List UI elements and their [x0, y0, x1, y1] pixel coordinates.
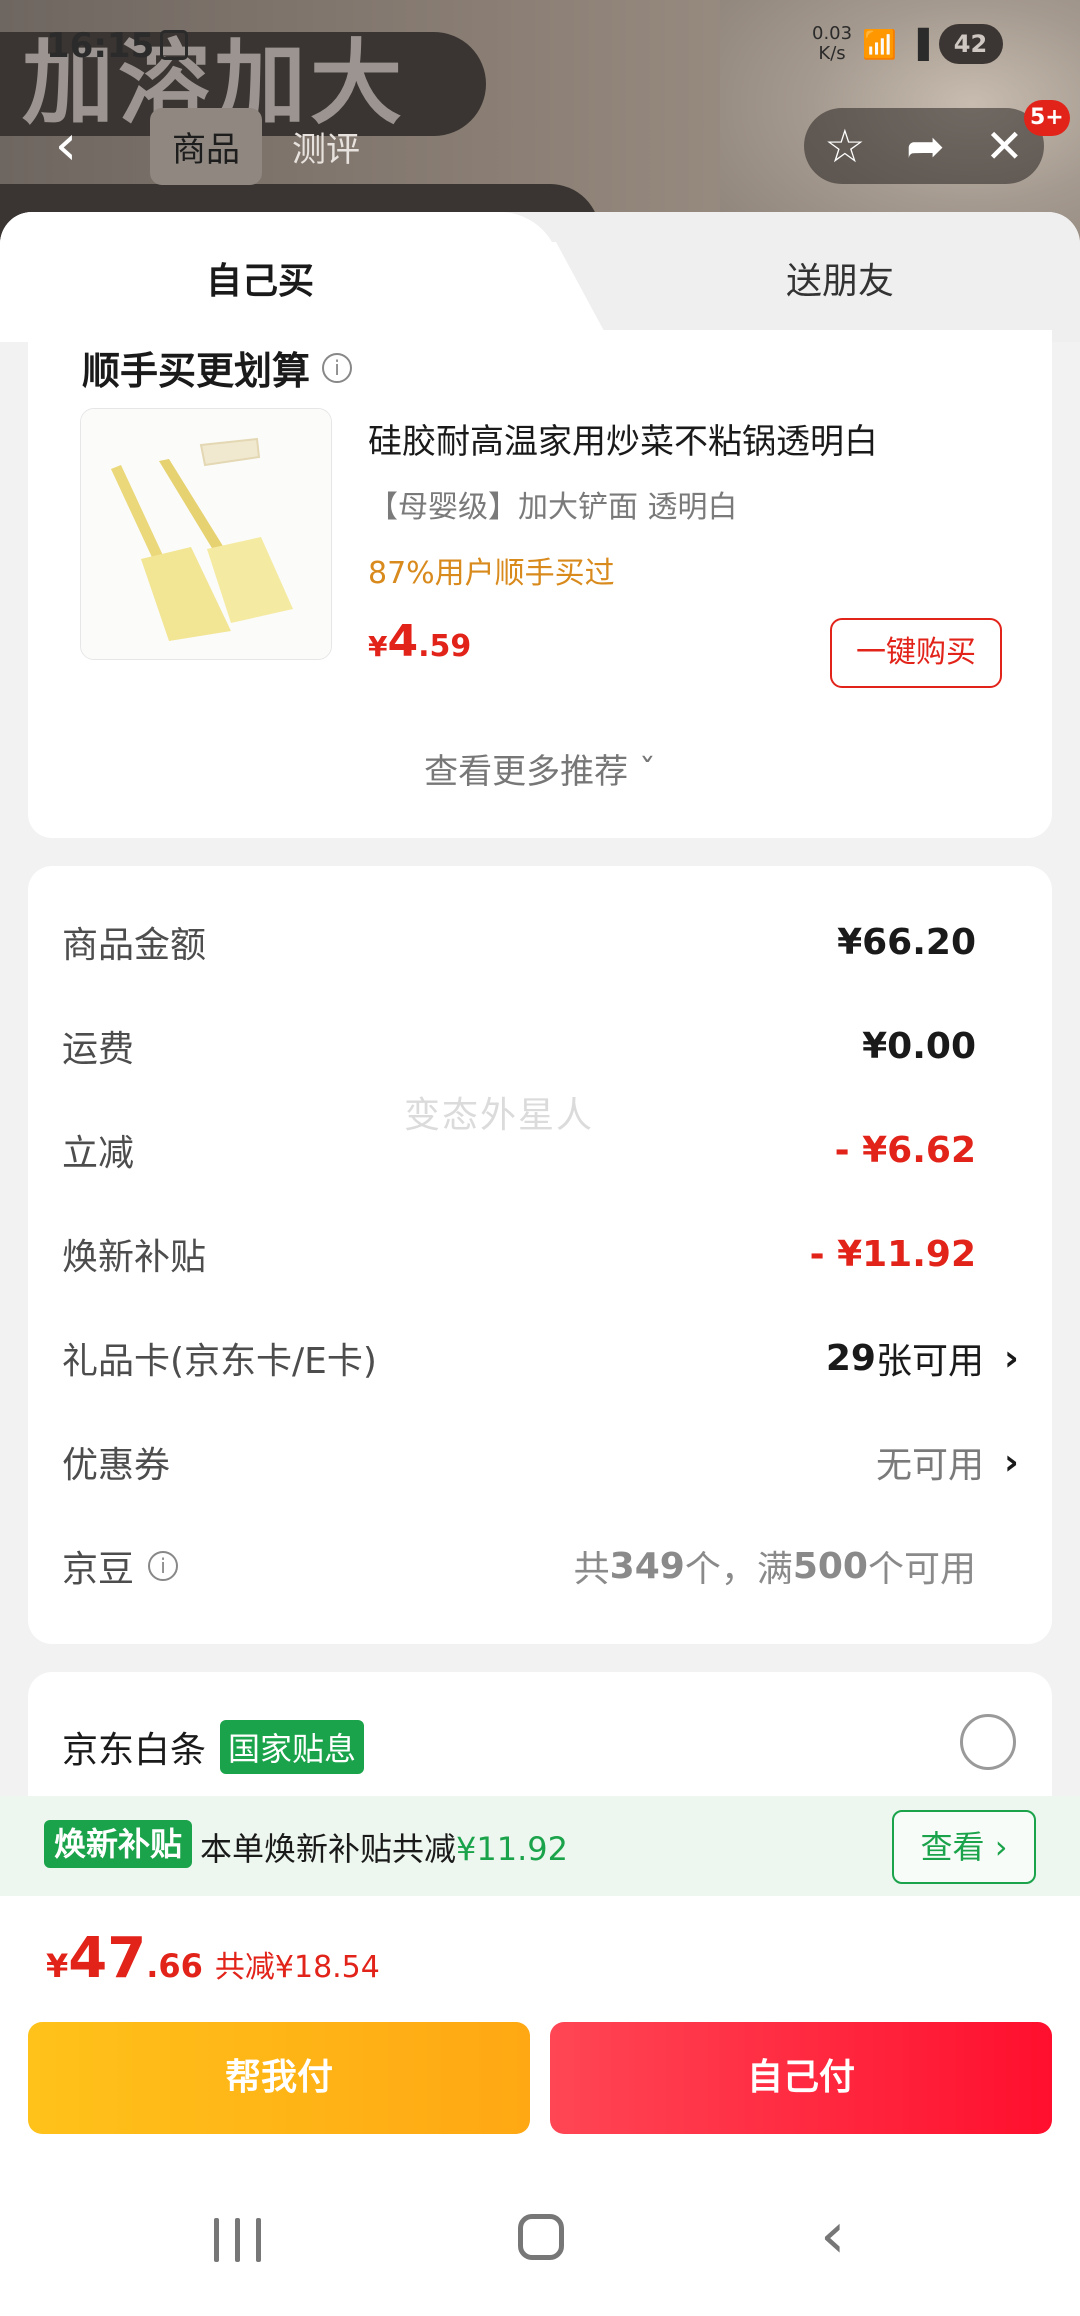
coupon-value: 无可用 ›	[876, 1436, 1022, 1488]
chevron-right-icon: ›	[1004, 1441, 1019, 1483]
summary-row-gift-card[interactable]: 礼品卡(京东卡/E卡) 29 张可用 ›	[62, 1328, 1022, 1388]
chevron-down-icon: ˇ	[638, 752, 656, 792]
recommend-card: 顺手买更划算 i 硅胶耐高温家用炒菜不粘锅透明白 【母婴级】加大铲面 透明白 8…	[28, 330, 1052, 838]
summary-row-coupon[interactable]: 优惠券 无可用 ›	[62, 1432, 1022, 1492]
total-saved: 共减¥18.54	[214, 1950, 380, 1985]
recent-apps-icon[interactable]	[214, 2218, 261, 2262]
pay-myself-button[interactable]: 自己付	[550, 2022, 1052, 2134]
close-icon[interactable]: ✕	[985, 123, 1024, 169]
baitiao-radio[interactable]	[960, 1714, 1016, 1770]
recommend-title: 顺手买更划算 i	[82, 340, 353, 395]
gift-card-available: 29 张可用 ›	[826, 1332, 1022, 1384]
summary-row-subsidy: 焕新补贴 - ¥11.92	[62, 1233, 976, 1279]
subsidy-tag: 焕新补贴	[44, 1820, 193, 1868]
more-recommendations-link[interactable]: 查看更多推荐 ˇ	[28, 744, 1052, 793]
recommend-product-image[interactable]	[80, 408, 332, 660]
chevron-right-icon: ›	[994, 1828, 1008, 1866]
total-bar: ¥47.66 共减¥18.54	[0, 1896, 1080, 2020]
status-indicators: 0.03 K/s 📶 ▐ 42	[812, 24, 1003, 64]
recommend-price: ¥4.59	[368, 616, 472, 667]
back-nav-icon[interactable]: ‹	[820, 2204, 846, 2268]
view-subsidy-button[interactable]: 查看 ›	[892, 1810, 1036, 1884]
signal-icon: ▐	[906, 27, 929, 61]
back-icon[interactable]: ‹	[36, 118, 96, 178]
status-time: 16:15	[46, 26, 155, 66]
sim-icon	[160, 30, 188, 60]
net-speed: 0.03 K/s	[812, 23, 853, 64]
tab-product[interactable]: 商品	[150, 108, 262, 185]
recommend-buy-stat: 87%用户顺手买过	[368, 556, 615, 591]
tab-buy-for-self[interactable]: 自己买	[0, 212, 560, 342]
order-total: ¥47.66 共减¥18.54	[46, 1926, 380, 1991]
price-summary-card: 变态外星人 商品金额 ¥66.20 运费 ¥0.00 立减 - ¥6.62 焕新…	[28, 866, 1052, 1644]
recommend-product-spec: 【母婴级】加大铲面 透明白	[368, 490, 738, 525]
spatula-image	[81, 409, 331, 659]
info-icon[interactable]: i	[322, 352, 353, 383]
home-icon[interactable]	[518, 2214, 564, 2260]
purchase-mode-tabs: 自己买 送朋友	[0, 212, 1080, 342]
one-click-buy-button[interactable]: 一键购买	[830, 618, 1002, 688]
share-icon[interactable]: ➦	[906, 123, 945, 169]
subsidy-text: 本单焕新补贴共减¥11.92	[200, 1830, 568, 1868]
jd-beans-value: 共 349 个，满 500 个可用	[573, 1545, 976, 1591]
summary-row-jd-beans: 京豆 i 共 349 个，满 500 个可用	[62, 1536, 1022, 1596]
summary-row-goods: 商品金额 ¥66.20	[62, 921, 976, 967]
recommend-product-name[interactable]: 硅胶耐高温家用炒菜不粘锅透明白	[368, 414, 878, 463]
star-icon[interactable]: ☆	[824, 123, 865, 169]
product-actions: ☆ ➦ ✕	[804, 108, 1044, 184]
chevron-right-icon: ›	[1004, 1337, 1019, 1379]
wifi-icon: 📶	[862, 27, 897, 61]
interest-subsidy-tag: 国家贴息	[220, 1720, 365, 1774]
product-tabs: 商品 测评	[150, 108, 382, 185]
pay-actions: 帮我付 自己付	[0, 2020, 1080, 2176]
info-icon[interactable]: i	[148, 1551, 179, 1581]
checkout-sheet: 自己买 送朋友 顺手买更划算 i 硅胶耐高温家用炒菜不粘锅透明白 【母婴级】加大…	[0, 212, 1080, 2176]
system-nav-bar: ‹	[0, 2176, 1080, 2316]
baitiao-option[interactable]: 京东白条 国家贴息	[62, 1720, 365, 1774]
message-badge: 5+	[1024, 100, 1070, 136]
summary-row-discount: 立减 - ¥6.62	[62, 1129, 976, 1175]
battery-icon: 42	[938, 24, 1003, 64]
tab-review[interactable]: 测评	[270, 108, 382, 185]
tab-gift-to-friend[interactable]: 送朋友	[600, 212, 1080, 342]
subsidy-strip: 焕新补贴 本单焕新补贴共减¥11.92 查看 ›	[0, 1796, 1080, 1896]
summary-row-shipping: 运费 ¥0.00	[62, 1025, 976, 1071]
help-me-pay-button[interactable]: 帮我付	[28, 2022, 530, 2134]
